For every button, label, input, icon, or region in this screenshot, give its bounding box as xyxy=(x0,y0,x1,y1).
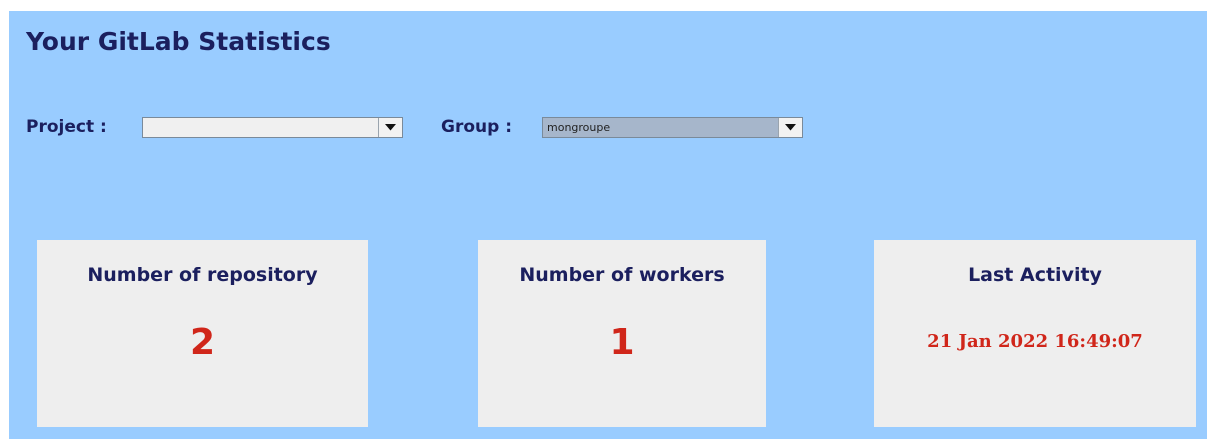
page-title: Your GitLab Statistics xyxy=(26,27,331,56)
last-activity-title: Last Activity xyxy=(968,264,1102,286)
group-select[interactable]: mongroupe xyxy=(542,117,803,138)
repository-count-card: Number of repository 2 xyxy=(37,240,368,427)
repository-count-title: Number of repository xyxy=(87,264,318,286)
last-activity-value: 21 Jan 2022 16:49:07 xyxy=(927,331,1143,352)
statistics-panel: Your GitLab Statistics Project : Group :… xyxy=(9,11,1207,439)
worker-count-value: 1 xyxy=(609,322,635,363)
group-select-value: mongroupe xyxy=(547,121,611,134)
project-label: Project : xyxy=(26,117,107,137)
project-select[interactable] xyxy=(142,117,403,138)
repository-count-value: 2 xyxy=(189,322,216,363)
worker-count-card: Number of workers 1 xyxy=(478,240,766,427)
chevron-down-icon[interactable] xyxy=(778,118,802,137)
project-select-value xyxy=(143,118,378,137)
worker-count-title: Number of workers xyxy=(519,264,725,286)
last-activity-card: Last Activity 21 Jan 2022 16:49:07 xyxy=(874,240,1196,427)
group-label: Group : xyxy=(441,117,513,137)
chevron-down-icon[interactable] xyxy=(378,118,402,137)
